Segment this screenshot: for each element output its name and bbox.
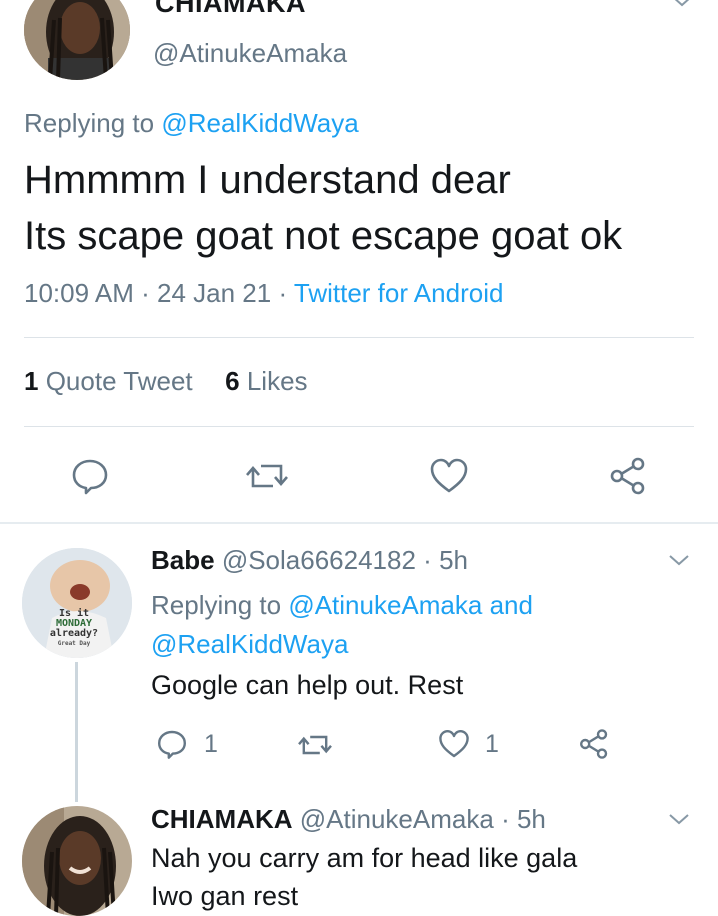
- reply1-reply-count: 1: [204, 730, 218, 758]
- divider: [24, 337, 694, 338]
- reply1-author-avatar[interactable]: Is it MONDAY already? Great Day: [22, 548, 132, 658]
- tweet-stats: 1 Quote Tweet 6 Likes: [24, 366, 308, 397]
- main-author-avatar[interactable]: [24, 0, 130, 80]
- replying-and: and: [489, 590, 533, 620]
- main-author-handle[interactable]: @AtinukeAmaka: [153, 38, 347, 69]
- likes-label: Likes: [246, 366, 308, 396]
- likes-count: 6: [225, 366, 240, 396]
- heart-icon[interactable]: [437, 728, 471, 760]
- heart-icon[interactable]: [428, 456, 470, 496]
- main-author-name[interactable]: CHIAMAKA: [155, 0, 306, 19]
- chevron-down-icon[interactable]: [667, 812, 691, 831]
- reply2-author-handle[interactable]: @AtinukeAmaka: [300, 804, 494, 834]
- share-icon[interactable]: [578, 728, 610, 760]
- reply2-author-avatar[interactable]: [22, 806, 132, 916]
- main-tweet-meta: 10:09 AM · 24 Jan 21 · Twitter for Andro…: [24, 278, 503, 309]
- divider: [24, 426, 694, 427]
- reply1-text: Google can help out. Rest: [151, 670, 464, 700]
- reply2-text-line1: Nah you carry am for head like gala: [151, 843, 578, 873]
- quote-label: Quote Tweet: [45, 366, 193, 396]
- replying-prefix: Replying to: [151, 590, 282, 620]
- reply-icon[interactable]: [70, 456, 110, 496]
- tweet-source-link[interactable]: Twitter for Android: [294, 278, 504, 308]
- replying-prefix: Replying to: [24, 108, 155, 138]
- reply2-header: CHIAMAKA @AtinukeAmaka · 5h: [151, 804, 546, 835]
- quote-tweet-stat[interactable]: 1 Quote Tweet: [24, 366, 200, 396]
- likes-stat[interactable]: 6 Likes: [225, 366, 307, 396]
- replying-to-link[interactable]: @AtinukeAmaka: [288, 590, 482, 620]
- thread-line: [75, 662, 78, 802]
- reply1-replying-line: Replying to @AtinukeAmaka and @RealKiddW…: [151, 586, 691, 664]
- reply1-header: Babe @Sola66624182 · 5h: [151, 545, 468, 576]
- reply-icon[interactable]: [156, 728, 188, 760]
- quote-count: 1: [24, 366, 39, 396]
- tweet-date: 24 Jan 21: [157, 278, 272, 308]
- reply2-text-line2: Iwo gan rest: [151, 881, 299, 911]
- retweet-icon[interactable]: [297, 729, 333, 761]
- chevron-down-icon[interactable]: [667, 553, 691, 572]
- reply1-time[interactable]: 5h: [439, 545, 468, 575]
- main-replying-line: Replying to @RealKiddWaya: [24, 108, 359, 139]
- retweet-icon[interactable]: [245, 456, 289, 496]
- section-divider: [0, 522, 718, 524]
- reply1-author-name[interactable]: Babe: [151, 545, 215, 575]
- reply1-like-count: 1: [485, 730, 499, 758]
- reply2-author-name[interactable]: CHIAMAKA: [151, 804, 293, 834]
- meta-dot: ·: [278, 278, 288, 308]
- main-tweet-text-line1: Hmmmm I understand dear: [24, 158, 511, 202]
- avatar-caption: Is it MONDAY already? Great Day: [46, 609, 102, 649]
- replying-to-link[interactable]: @RealKiddWaya: [151, 629, 348, 659]
- reply2-time[interactable]: 5h: [517, 804, 546, 834]
- meta-dot: ·: [423, 545, 432, 575]
- avatar-caption-line: Great Day: [57, 640, 91, 647]
- meta-dot: ·: [501, 804, 510, 834]
- tweet-time: 10:09 AM: [24, 278, 134, 308]
- reply1-author-handle[interactable]: @Sola66624182: [222, 545, 416, 575]
- main-tweet-text-line2: Its scape goat not escape goat ok: [24, 214, 623, 258]
- replying-to-link[interactable]: @RealKiddWaya: [161, 108, 358, 138]
- share-icon[interactable]: [608, 456, 648, 496]
- chevron-down-icon[interactable]: [670, 0, 694, 13]
- meta-dot: ·: [141, 278, 150, 308]
- avatar-caption-line: already?: [49, 628, 99, 639]
